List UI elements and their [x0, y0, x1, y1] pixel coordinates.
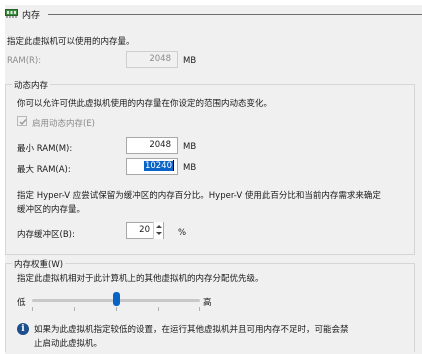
intro-text: 指定此虚拟机可以使用的内存量。 — [7, 37, 135, 47]
ram-unit: MB — [183, 56, 197, 66]
checkmark-icon — [19, 119, 27, 126]
spin-down-icon[interactable] — [156, 232, 162, 235]
min-ram-input[interactable]: 2048 — [126, 137, 178, 154]
info-text-line1: 如果为此虚拟机指定较低的设置，在运行其他虚拟机并且可用内存不足时，可能会禁 — [34, 325, 349, 335]
dynamic-memory-title: 动态内存 — [12, 79, 51, 91]
enable-dynamic-memory-checkbox[interactable] — [17, 116, 27, 126]
weight-slider-thumb[interactable] — [112, 292, 120, 306]
enable-dynamic-memory-label: 启用动态内存(E) — [32, 119, 96, 129]
memory-weight-title: 内存权重(W) — [12, 258, 66, 270]
text-cursor — [173, 160, 174, 171]
slider-tick — [158, 307, 159, 311]
buffer-unit: % — [178, 228, 187, 238]
max-ram-value: 10240 — [143, 161, 173, 171]
weight-low-label: 低 — [17, 298, 26, 308]
section-divider — [48, 14, 422, 15]
memory-chip-icon — [5, 8, 18, 18]
buffer-description-line2: 缓冲区的内存量。 — [17, 205, 86, 215]
buffer-description-line1: 指定 Hyper-V 应尝试保留为缓冲区的内存百分比。Hyper-V 使用此百分… — [17, 191, 381, 201]
memory-weight-description: 指定此虚拟机相对于此计算机上的其他虚拟机的内存分配优先级。 — [17, 274, 264, 284]
spin-up-icon[interactable] — [156, 225, 162, 228]
max-ram-label: 最大 RAM(A): — [17, 165, 71, 175]
min-ram-unit: MB — [183, 142, 197, 152]
section-title: 内存 — [22, 11, 41, 21]
slider-tick — [116, 307, 117, 311]
ram-input[interactable]: 2048 — [126, 51, 178, 68]
slider-tick — [199, 307, 200, 311]
info-icon: i — [17, 323, 29, 335]
buffer-label: 内存缓冲区(B): — [17, 230, 75, 240]
min-ram-label: 最小 RAM(M): — [17, 144, 73, 154]
slider-tick — [32, 307, 33, 311]
info-text-line2: 止启动此虚拟机。 — [34, 339, 103, 349]
buffer-spinner[interactable] — [153, 222, 163, 239]
dynamic-memory-description: 你可以允许可供此虚拟机使用的内存量在你设定的范围内动态变化。 — [17, 99, 273, 109]
slider-tick — [74, 307, 75, 311]
ram-label: RAM(R): — [7, 56, 42, 66]
max-ram-unit: MB — [183, 163, 197, 173]
weight-high-label: 高 — [203, 298, 212, 308]
max-ram-input[interactable]: 10240 — [126, 158, 178, 175]
